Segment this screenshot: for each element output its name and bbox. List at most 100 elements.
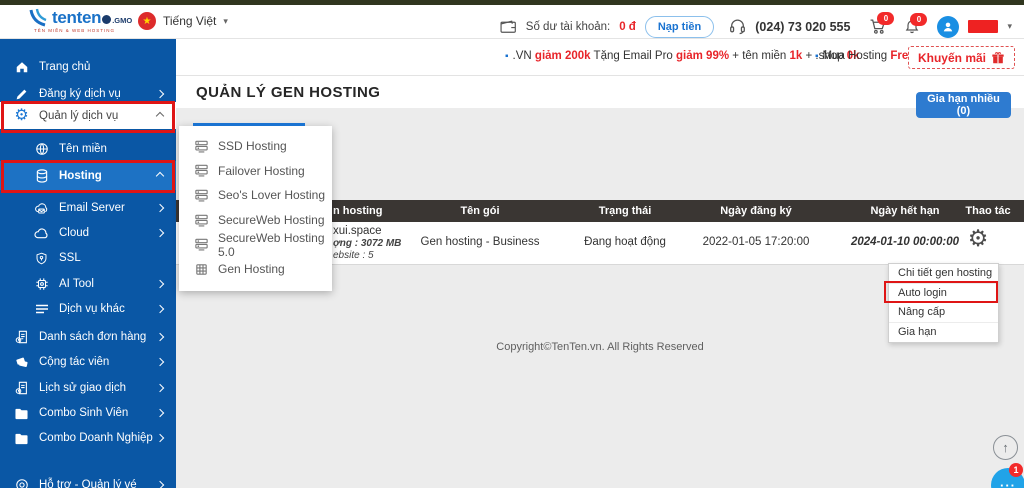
language-label: Tiếng Việt [163, 14, 217, 28]
sidebar-item-label: Quản lý dịch vụ [39, 109, 119, 122]
globe-icon [33, 142, 50, 156]
context-item-auto-login[interactable]: Auto login [889, 282, 998, 303]
sidebar-item-home[interactable]: Trang chủ [0, 55, 176, 79]
sidebar-item-domains[interactable]: Tên miền [0, 137, 176, 161]
sidebar-item-hosting[interactable]: Hosting [0, 161, 176, 190]
menu-item-gen-hosting[interactable]: Gen Hosting [179, 257, 332, 282]
bullet-icon: ▪ [505, 51, 509, 62]
cloud-icon [33, 226, 50, 241]
menu-item-secureweb-hosting-50[interactable]: SecureWeb Hosting 5.0 [179, 230, 332, 259]
sidebar-item-orders[interactable]: Danh sách đơn hàng [0, 325, 176, 349]
title-band: QUẢN LÝ GEN HOSTING [176, 75, 1024, 108]
cart-badge: 0 [877, 12, 895, 25]
sidebar-item-collaborators[interactable]: Cộng tác viên [0, 350, 176, 374]
sidebar-item-ai-tool[interactable]: AI Tool [0, 272, 176, 296]
page-title: QUẢN LÝ GEN HOSTING [196, 84, 381, 101]
cart-button[interactable]: 0 [869, 12, 895, 35]
menu-item-label: Failover Hosting [218, 163, 305, 178]
sidebar-item-cloud[interactable]: Cloud [0, 221, 176, 245]
chevron-right-icon [155, 89, 165, 99]
sidebar-item-transaction-history[interactable]: Lịch sử giao dịch [0, 376, 176, 400]
sidebar-item-label: Hỗ trợ - Quản lý vé [39, 479, 137, 488]
chevron-right-icon [155, 203, 165, 213]
account-caret-icon: ▾ [1007, 21, 1012, 31]
menu-item-label: SecureWeb Hosting 5.0 [218, 230, 325, 259]
menu-item-secureweb-hosting[interactable]: SecureWeb Hosting [179, 208, 332, 233]
order-document-icon [13, 330, 30, 344]
list-lines-icon [33, 303, 50, 315]
menu-item-ssd-hosting[interactable]: SSD Hosting [179, 134, 332, 159]
sidebar-item-label: SSL [59, 252, 81, 264]
tenten-logo[interactable]: tenten .GMO [28, 8, 132, 30]
status-text: Đang hoạt động [584, 236, 666, 248]
sidebar-item-label: Combo Doanh Nghiệp [39, 432, 153, 444]
chevron-up-icon [155, 171, 165, 180]
hosting-websites: ebsite : 5 [333, 250, 374, 261]
sidebar-item-label: Hosting [59, 169, 102, 182]
server-icon [194, 213, 209, 228]
hotline-phone: (024) 73 020 555 [755, 19, 851, 34]
sidebar-item-label: Cloud [59, 227, 90, 239]
col-package: Tên gói [460, 205, 500, 217]
menu-item-seos-lover-hosting[interactable]: Seo's Lover Hosting [179, 183, 332, 208]
col-status: Trạng thái [598, 205, 652, 217]
sidebar-item-email-server[interactable]: Email Server [0, 196, 176, 220]
sidebar-item-label: Combo Sinh Viên [39, 407, 129, 419]
menu-item-label: SecureWeb Hosting [218, 213, 325, 228]
chevron-right-icon [155, 332, 165, 342]
brand-text: tenten [52, 8, 102, 27]
renew-many-button[interactable]: Gia hạn nhiều (0) [916, 92, 1011, 118]
sidebar-item-manage-services[interactable]: ⚙ Quản lý dịch vụ [0, 102, 176, 129]
sidebar-item-combo-student[interactable]: Combo Sinh Viên [0, 401, 176, 425]
scroll-to-top-button[interactable]: ↑ [993, 435, 1018, 460]
menu-item-label: Gen Hosting [218, 262, 285, 277]
sidebar-item-ssl[interactable]: SSL [0, 246, 176, 270]
top-strip [0, 0, 1024, 5]
top-bar: tenten .GMO TÊN MIỀN & WEB HOSTING ★ Tiế… [0, 5, 1024, 39]
shield-icon [33, 252, 50, 265]
col-expires: Ngày hết hạn [870, 205, 940, 217]
chip-icon [33, 277, 50, 291]
app-window: tenten .GMO TÊN MIỀN & WEB HOSTING ★ Tiế… [0, 0, 1024, 488]
context-item-renew[interactable]: Gia hạn [889, 322, 998, 342]
sidebar-item-label: Danh sách đơn hàng [39, 331, 147, 343]
caret-down-icon: ▾ [223, 15, 228, 26]
chat-dots-icon: ··· [1000, 477, 1016, 488]
server-icon [194, 139, 209, 154]
partner-cards-icon [13, 355, 30, 369]
context-item-upgrade[interactable]: Nâng cấp [889, 302, 998, 322]
sidebar-item-label: Trang chủ [39, 61, 91, 73]
notifications-button[interactable]: 0 [904, 12, 928, 35]
sidebar-item-combo-business[interactable]: Combo Doanh Nghiệp [0, 426, 176, 450]
context-item-details[interactable]: Chi tiết gen hosting [889, 264, 998, 283]
topup-button[interactable]: Nạp tiền [644, 15, 715, 38]
account-menu[interactable] [937, 15, 960, 38]
promotions-button[interactable]: Khuyến mãi [907, 46, 1015, 69]
database-icon [33, 168, 50, 183]
arrow-up-icon: ↑ [1002, 440, 1009, 455]
chevron-right-icon [155, 383, 165, 393]
menu-item-failover-hosting[interactable]: Failover Hosting [179, 159, 332, 184]
server-grid-icon [194, 262, 209, 277]
server-icon [194, 237, 209, 252]
chevron-right-icon [155, 480, 165, 488]
sidebar-item-label: Tên miền [59, 143, 107, 155]
active-tab-indicator [193, 123, 305, 126]
support-circle-icon [13, 478, 30, 488]
chevron-right-icon [155, 228, 165, 238]
folder-icon [13, 432, 30, 445]
language-selector[interactable]: ★ Tiếng Việt ▾ [138, 12, 228, 30]
server-icon [194, 163, 209, 178]
hosting-types-dropdown: SSD Hosting Failover Hosting Seo's Lover… [179, 126, 332, 291]
sidebar-item-other-services[interactable]: Dịch vụ khác [0, 297, 176, 321]
logo-swoosh-icon [29, 8, 47, 27]
mail-cloud-icon [33, 201, 50, 216]
expiry-date: 2024-01-10 00:00:00 [850, 236, 960, 248]
wallet-icon [500, 19, 517, 34]
sidebar-item-support-tickets[interactable]: Hỗ trợ - Quản lý vé [0, 473, 176, 488]
balance-label: Số dư tài khoản: [525, 20, 611, 33]
row-actions-gear-icon[interactable]: ⚙ [968, 227, 989, 250]
row-context-menu: Chi tiết gen hosting Auto login Nâng cấp… [888, 263, 999, 343]
pencil-icon [13, 88, 30, 101]
sidebar-item-label: Dịch vụ khác [59, 303, 125, 315]
